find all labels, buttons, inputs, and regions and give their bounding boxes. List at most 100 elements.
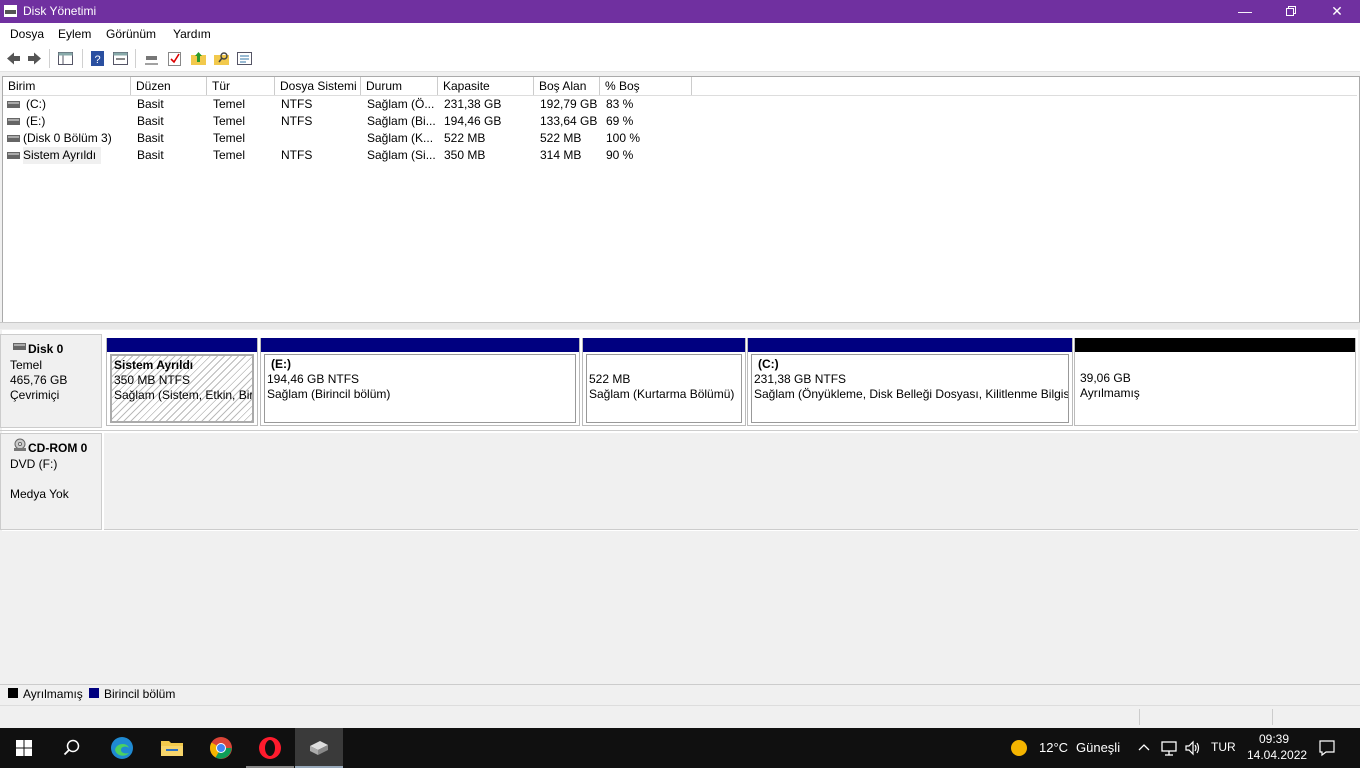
disk-0-type: Temel (10, 358, 43, 372)
menu-yardim[interactable]: Yardım (173, 27, 211, 41)
legend-label-primary: Birincil bölüm (104, 687, 176, 701)
menu-bar: Dosya Eylem Görünüm Yardım (0, 23, 1360, 45)
edge-browser-icon (111, 737, 133, 759)
disk-management-app-icon (4, 5, 17, 17)
title-bar: Disk Yönetimi — ✕ (0, 0, 1360, 23)
up-folder-icon[interactable] (190, 50, 207, 67)
input-language[interactable]: TUR (1211, 740, 1236, 754)
legend-swatch-unallocated (8, 688, 18, 698)
notification-icon[interactable] (1318, 739, 1336, 757)
drive-icon (7, 135, 20, 142)
table-row[interactable]: Sistem Ayrıldı Basit Temel NTFS Sağlam (… (3, 147, 703, 164)
partition-color-bar (261, 338, 579, 352)
partition-body: (E:) 194,46 GB NTFS Sağlam (Birincil böl… (264, 354, 576, 423)
toolbar-separator (82, 49, 83, 68)
legend: Ayrılmamış Birincil bölüm (0, 684, 1360, 703)
column-header-tur[interactable]: Tür (207, 77, 275, 95)
menu-dosya[interactable]: Dosya (10, 27, 44, 41)
column-header-duzen[interactable]: Düzen (131, 77, 207, 95)
partition-color-bar (748, 338, 1072, 352)
disk-0-name: Disk 0 (28, 342, 64, 356)
partition-color-bar (1075, 338, 1355, 352)
close-button[interactable]: ✕ (1314, 0, 1360, 23)
svg-text:?: ? (94, 54, 100, 66)
partition-color-bar (107, 338, 257, 352)
column-header-yuzde-bos[interactable]: % Boş (600, 77, 692, 95)
opera-browser-icon (259, 737, 281, 759)
taskbar-disk-management[interactable] (295, 728, 343, 768)
settings-list-icon[interactable] (236, 50, 253, 67)
menu-eylem[interactable]: Eylem (58, 27, 91, 41)
disk-management-app-icon (310, 741, 328, 755)
windows-logo-icon (16, 740, 32, 756)
chrome-browser-icon (210, 737, 232, 759)
partition-color-bar (583, 338, 745, 352)
status-bar (0, 705, 1360, 728)
connect-icon[interactable] (143, 50, 160, 67)
console-tree-icon[interactable] (57, 50, 74, 67)
taskbar: 12°C Güneşli TUR 09:39 14.04.2022 (0, 728, 1360, 768)
search-button[interactable] (48, 728, 96, 768)
cdrom-0-status: Medya Yok (10, 487, 69, 501)
properties-icon[interactable] (112, 50, 129, 67)
column-header-bos-alan[interactable]: Boş Alan (534, 77, 600, 95)
disk-icon (13, 343, 26, 350)
toolbar-separator (49, 49, 50, 68)
find-folder-icon[interactable] (213, 50, 230, 67)
disk-0-status: Çevrimiçi (10, 388, 60, 402)
partition-recovery[interactable]: 522 MB Sağlam (Kurtarma Bölümü) (582, 338, 746, 426)
folder-icon (161, 741, 183, 756)
partition-unallocated[interactable]: 39,06 GB Ayrılmamış (1074, 338, 1356, 426)
pane-splitter[interactable] (0, 322, 1360, 329)
partition-body: 39,06 GB Ayrılmamış (1080, 371, 1140, 400)
taskbar-edge[interactable] (98, 728, 146, 768)
drive-icon (7, 152, 20, 159)
sun-weather-icon (1011, 740, 1027, 756)
taskbar-opera[interactable] (246, 728, 294, 768)
clock-time[interactable]: 09:39 (1259, 732, 1289, 746)
chevron-up-icon[interactable] (1138, 742, 1150, 752)
column-header-kapasite[interactable]: Kapasite (438, 77, 534, 95)
menu-gorunum[interactable]: Görünüm (106, 27, 156, 41)
volume-list: Birim Düzen Tür Dosya Sistemi Durum Kapa… (2, 76, 1360, 324)
taskbar-file-explorer[interactable] (148, 728, 196, 768)
column-header-dosya-sistemi[interactable]: Dosya Sistemi (275, 77, 361, 95)
volume-icon[interactable] (1184, 739, 1202, 757)
check-icon[interactable] (166, 50, 183, 67)
weather-temperature[interactable]: 12°C (1039, 740, 1068, 755)
column-header-durum[interactable]: Durum (361, 77, 438, 95)
partition-system-reserved[interactable]: Sistem Ayrıldı 350 MB NTFS Sağlam (Siste… (106, 338, 258, 426)
status-divider (1272, 709, 1273, 725)
graph-empty-area (2, 531, 1358, 682)
network-icon[interactable] (1160, 739, 1178, 757)
drive-icon (7, 118, 20, 125)
window-title: Disk Yönetimi (23, 4, 97, 18)
maximize-button[interactable] (1268, 0, 1314, 23)
legend-label-unallocated: Ayrılmamış (23, 687, 83, 701)
cdrom-0-area (104, 433, 1358, 530)
partition-body: (C:) 231,38 GB NTFS Sağlam (Önyükleme, D… (751, 354, 1069, 423)
taskbar-chrome[interactable] (197, 728, 245, 768)
partition-c[interactable]: (C:) 231,38 GB NTFS Sağlam (Önyükleme, D… (747, 338, 1073, 426)
disk-row-divider (0, 430, 1358, 431)
restore-icon (1286, 6, 1296, 16)
minimize-button[interactable]: — (1222, 0, 1268, 23)
partition-body: 522 MB Sağlam (Kurtarma Bölümü) (586, 354, 742, 423)
cdrom-0-header[interactable]: CD-ROM 0 DVD (F:) Medya Yok (0, 433, 102, 530)
toolbar: ? (0, 45, 1360, 72)
partition-e[interactable]: (E:) 194,46 GB NTFS Sağlam (Birincil böl… (260, 338, 580, 426)
table-row[interactable]: (Disk 0 Bölüm 3) Basit Temel Sağlam (K..… (3, 130, 703, 147)
back-arrow-icon[interactable] (5, 50, 22, 67)
partition-body: Sistem Ayrıldı 350 MB NTFS Sağlam (Siste… (110, 354, 254, 423)
cdrom-0-type: DVD (F:) (10, 457, 58, 471)
disk-0-header[interactable]: Disk 0 Temel 465,76 GB Çevrimiçi (0, 334, 102, 428)
table-row[interactable]: (C:) Basit Temel NTFS Sağlam (Ö... 231,3… (3, 96, 703, 113)
help-icon[interactable]: ? (89, 50, 106, 67)
table-row[interactable]: (E:) Basit Temel NTFS Sağlam (Bi... 194,… (3, 113, 703, 130)
forward-arrow-icon[interactable] (26, 50, 43, 67)
start-button[interactable] (0, 728, 48, 768)
column-header-birim[interactable]: Birim (3, 77, 131, 95)
weather-description[interactable]: Güneşli (1076, 740, 1120, 755)
clock-date[interactable]: 14.04.2022 (1247, 748, 1307, 762)
drive-icon (7, 101, 20, 108)
